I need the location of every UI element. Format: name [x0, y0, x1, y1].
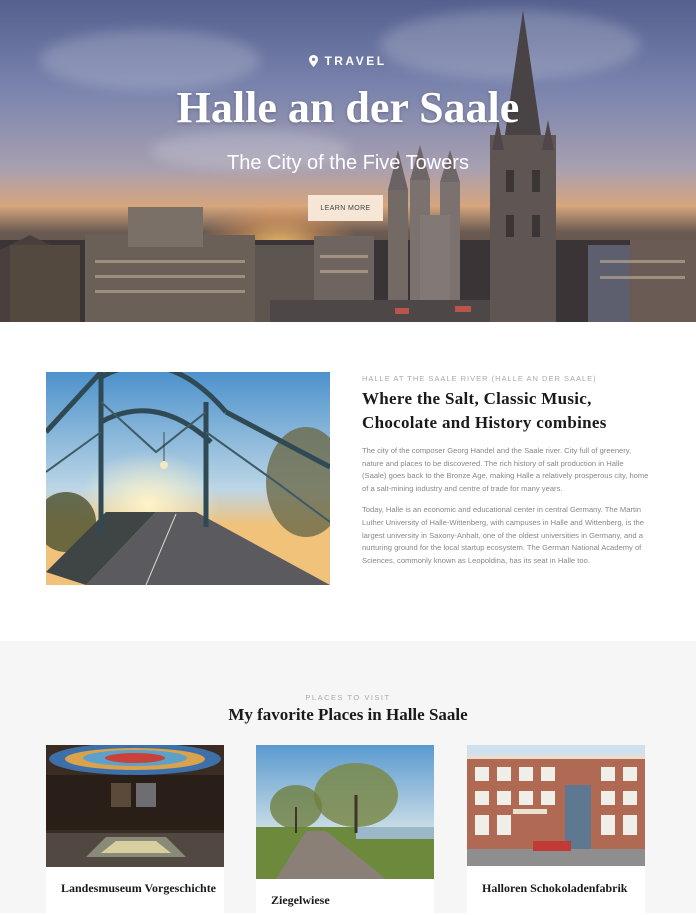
- places-heading: My favorite Places in Halle Saale: [228, 705, 468, 724]
- intro-heading: Where the Salt, Classic Music, Chocolate…: [362, 389, 607, 432]
- location-pin-icon: [309, 55, 319, 70]
- intro-text-block: HALLE AT THE SAALE RIVER (HALLE AN DER S…: [362, 374, 650, 567]
- intro-paragraph: The city of the composer Georg Handel an…: [362, 446, 649, 493]
- hero-title: Halle an der Saale: [176, 83, 520, 132]
- places-section: PLACES TO VISIT My favorite Places in Ha…: [0, 641, 696, 915]
- park-image: [256, 745, 434, 879]
- place-card-title: Landesmuseum Vorgeschichte: [61, 881, 217, 895]
- place-card-landesmuseum[interactable]: Landesmuseum Vorgeschichte: [46, 745, 224, 915]
- hero-tagline: The City of the Five Towers: [227, 152, 469, 174]
- place-card-title: Halloren Schokoladenfabrik: [482, 881, 628, 895]
- bridge-image: [46, 372, 330, 585]
- factory-image: [467, 745, 645, 866]
- museum-image: [46, 745, 224, 867]
- intro-paragraph: Today, Halle is an economic and educatio…: [362, 505, 644, 565]
- hero-banner: TRAVEL Halle an der Saale The City of th…: [0, 0, 696, 322]
- learn-more-button[interactable]: LEARN MORE: [308, 195, 383, 221]
- intro-kicker: HALLE AT THE SAALE RIVER (HALLE AN DER S…: [362, 374, 597, 383]
- place-card-ziegelwiese[interactable]: Ziegelwiese: [256, 745, 434, 915]
- place-card-halloren[interactable]: Halloren Schokoladenfabrik: [467, 745, 645, 915]
- place-card-title: Ziegelwiese: [271, 893, 330, 907]
- hero-eyebrow-label: TRAVEL: [324, 54, 387, 68]
- places-kicker: PLACES TO VISIT: [305, 693, 391, 702]
- hero-eyebrow: TRAVEL: [0, 54, 696, 70]
